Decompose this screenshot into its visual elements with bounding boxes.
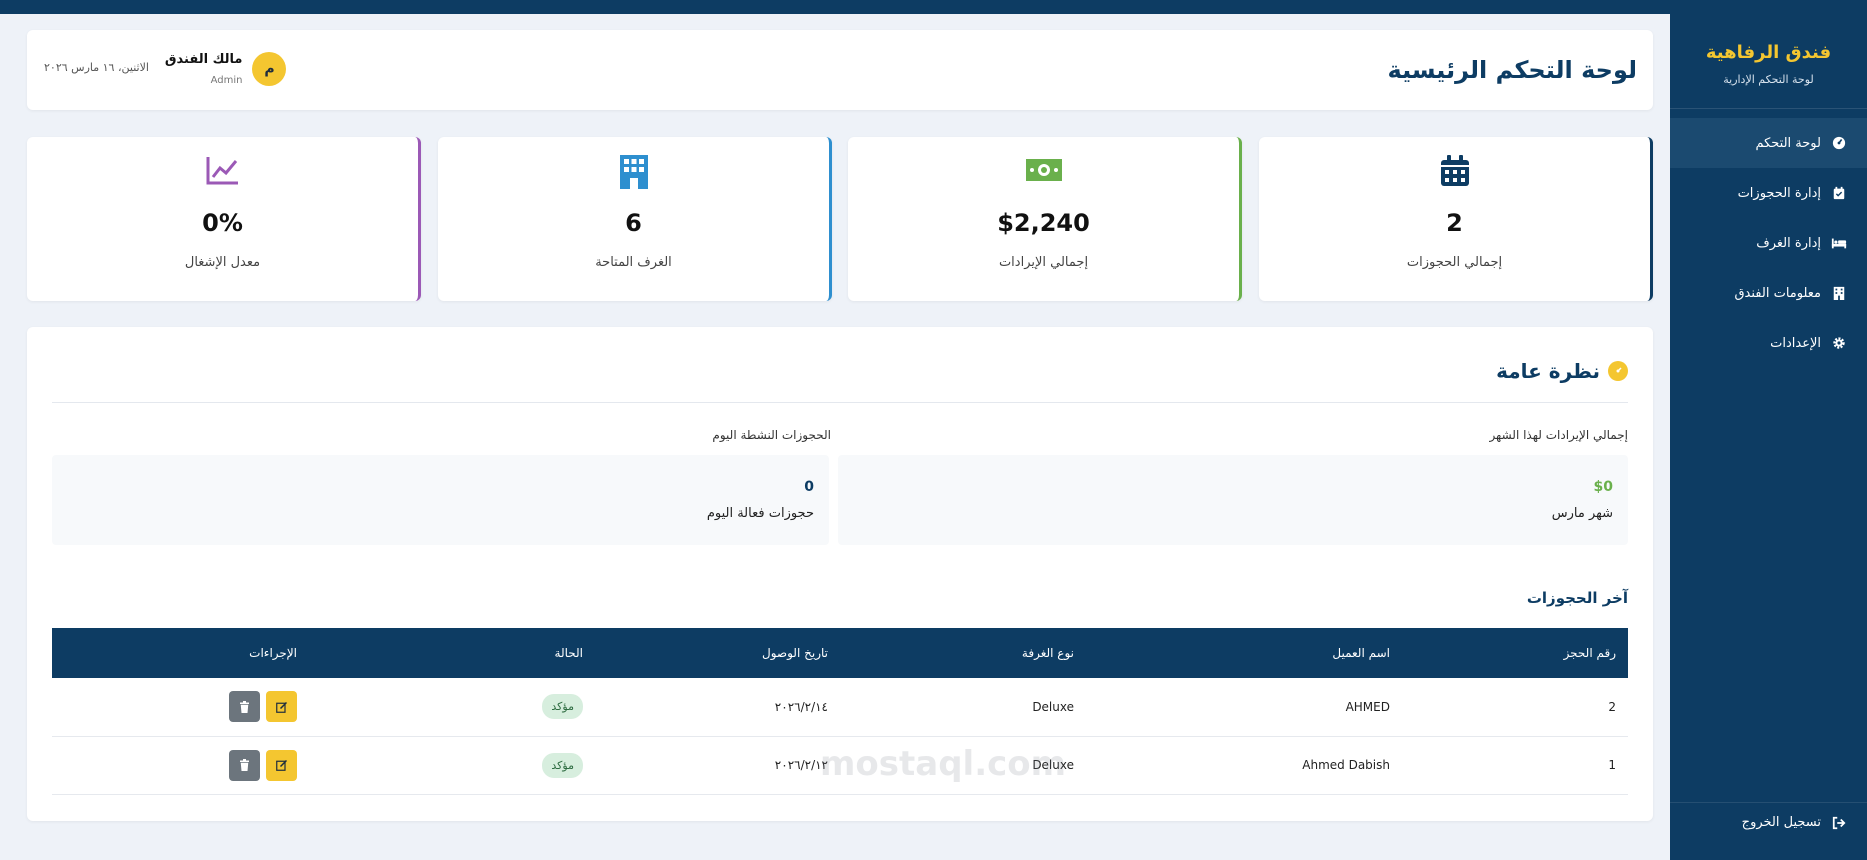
sidebar-item-label: معلومات الفندق: [1734, 285, 1821, 301]
stat-label: معدل الإشغال: [184, 255, 261, 270]
calendar-check-icon: [1831, 185, 1847, 201]
page-header: لوحة التحكم الرئيسية الاثنين، ١٦ مارس ٢٠…: [27, 30, 1653, 110]
overview-panel: نظرة عامة إجمالي الإيرادات لهذا الشهر $0…: [27, 327, 1653, 821]
bed-icon: [1831, 235, 1847, 251]
recent-bookings-title: آخر الحجوزات: [1526, 589, 1628, 607]
table-row: 1 Ahmed Dabish Deluxe ٢٠٢٦/٢/١٢ مؤكد: [52, 736, 1628, 794]
stat-value: $2,240: [997, 209, 1090, 237]
row-actions: [229, 691, 297, 723]
active-today-sub: حجوزات فعالة اليوم: [706, 506, 814, 521]
trash-icon: [240, 700, 249, 713]
stat-label: إجمالي الحجوزات: [1406, 255, 1503, 270]
revenue-month-sub: شهر مارس: [1551, 506, 1613, 521]
column-header: رقم الحجز: [1563, 646, 1616, 660]
booking-id: 1: [1608, 758, 1616, 772]
active-today-value: 0: [804, 479, 814, 495]
main-content: لوحة التحكم الرئيسية الاثنين، ١٦ مارس ٢٠…: [0, 14, 1670, 860]
trash-icon: [240, 759, 249, 771]
user-box: الاثنين، ١٦ مارس ٢٠٢٦ مالك الفندق Admin …: [44, 52, 287, 86]
logout-label: تسجيل الخروج: [1741, 815, 1821, 830]
speedometer-icon: [1608, 361, 1628, 381]
current-date: الاثنين، ١٦ مارس ٢٠٢٦: [44, 60, 149, 74]
stat-label: الغرف المتاحة: [595, 255, 672, 270]
chart-line-icon: [27, 155, 418, 189]
active-today-label: الحجوزات النشطة اليوم: [712, 428, 831, 442]
gear-icon: [1831, 335, 1847, 351]
money-icon: [848, 155, 1239, 189]
column-header: اسم العميل: [1332, 646, 1390, 660]
edit-icon: [275, 759, 287, 771]
customer-name: AHMED: [1345, 699, 1390, 714]
arrival-date: ٢٠٢٦/٢/١٢: [774, 758, 828, 772]
brand-title: فندق الرفاهية: [1705, 42, 1832, 63]
status-cell: مؤكد: [309, 678, 595, 736]
page-title: لوحة التحكم الرئيسية: [1387, 56, 1637, 84]
divider: [1670, 108, 1867, 109]
revenue-month-box: $0 شهر مارس: [838, 455, 1628, 545]
status-badge: مؤكد: [542, 694, 583, 720]
sidebar-item-label: إدارة الغرف: [1756, 235, 1821, 251]
column-header: الحالة: [554, 646, 583, 660]
revenue-month-value: $0: [1593, 479, 1613, 495]
column-header: نوع الغرفة: [1021, 646, 1074, 660]
column-header: الإجراءات: [249, 646, 297, 660]
stat-value: 2: [1446, 209, 1463, 237]
speedometer-icon: [1831, 135, 1847, 151]
edit-button[interactable]: [266, 691, 297, 723]
row-actions: [229, 749, 297, 781]
arrival-date: ٢٠٢٦/٢/١٤: [774, 699, 828, 714]
table-row: 2 AHMED Deluxe ٢٠٢٦/٢/١٤ مؤكد: [52, 678, 1628, 736]
stat-card-occupancy-rate: 0% معدل الإشغال: [27, 137, 421, 301]
stat-card-available-rooms: 6 الغرف المتاحة: [438, 137, 832, 301]
avatar[interactable]: م: [252, 52, 287, 86]
customer-name: Ahmed Dabish: [1302, 758, 1390, 772]
divider: [52, 402, 1628, 403]
sidebar-item-hotel-info[interactable]: معلومات الفندق: [1670, 268, 1867, 318]
sidebar-item-label: إدارة الحجوزات: [1737, 185, 1821, 201]
sidebar: فندق الرفاهية لوحة التحكم الإدارية لوحة …: [1670, 0, 1867, 860]
stat-card-total-bookings: 2 إجمالي الحجوزات: [1259, 137, 1653, 301]
edit-icon: [275, 701, 287, 713]
user-info: مالك الفندق Admin: [165, 52, 243, 86]
overview-title-text: نظرة عامة: [1496, 359, 1600, 383]
sidebar-item-label: لوحة التحكم: [1755, 135, 1821, 151]
overview-title: نظرة عامة: [1496, 359, 1628, 383]
status-badge: مؤكد: [542, 752, 583, 778]
user-name: مالك الفندق: [164, 52, 243, 67]
stat-value: 6: [625, 209, 642, 237]
sidebar-item-rooms[interactable]: إدارة الغرف: [1670, 218, 1867, 268]
logout-button[interactable]: تسجيل الخروج: [1670, 802, 1867, 842]
stat-value: 0%: [202, 209, 243, 237]
sidebar-item-dashboard[interactable]: لوحة التحكم: [1670, 118, 1867, 168]
sidebar-item-settings[interactable]: الإعدادات: [1670, 318, 1867, 368]
logout-icon: [1831, 815, 1847, 831]
stat-label: إجمالي الإيرادات: [998, 255, 1089, 270]
recent-bookings-table: رقم الحجز اسم العميل نوع الغرفة تاريخ ال…: [52, 628, 1628, 795]
sidebar-item-bookings[interactable]: إدارة الحجوزات: [1670, 168, 1867, 218]
status-cell: مؤكد: [309, 736, 595, 794]
actions-cell: [52, 736, 309, 794]
building-icon: [1831, 285, 1847, 301]
booking-id: 2: [1608, 699, 1616, 714]
delete-button[interactable]: [229, 691, 260, 723]
room-type: Deluxe: [1032, 758, 1074, 772]
user-role: Admin: [210, 75, 243, 86]
revenue-month-label: إجمالي الإيرادات لهذا الشهر: [1489, 428, 1628, 442]
edit-button[interactable]: [266, 749, 297, 781]
building-icon: [438, 155, 829, 189]
active-today-box: 0 حجوزات فعالة اليوم: [52, 455, 829, 545]
delete-button[interactable]: [229, 749, 260, 781]
sidebar-nav: لوحة التحكم إدارة الحجوزات إدارة الغرف م…: [1670, 118, 1867, 368]
table-header-row: رقم الحجز اسم العميل نوع الغرفة تاريخ ال…: [52, 628, 1628, 678]
room-type: Deluxe: [1032, 699, 1074, 714]
stat-card-total-revenue: $2,240 إجمالي الإيرادات: [848, 137, 1242, 301]
calendar-icon: [1259, 155, 1650, 189]
actions-cell: [52, 678, 309, 736]
column-header: تاريخ الوصول: [762, 646, 828, 660]
brand-subtitle: لوحة التحكم الإدارية: [1723, 73, 1814, 86]
sidebar-item-label: الإعدادات: [1770, 335, 1821, 351]
brand: فندق الرفاهية لوحة التحكم الإدارية: [1670, 0, 1867, 86]
